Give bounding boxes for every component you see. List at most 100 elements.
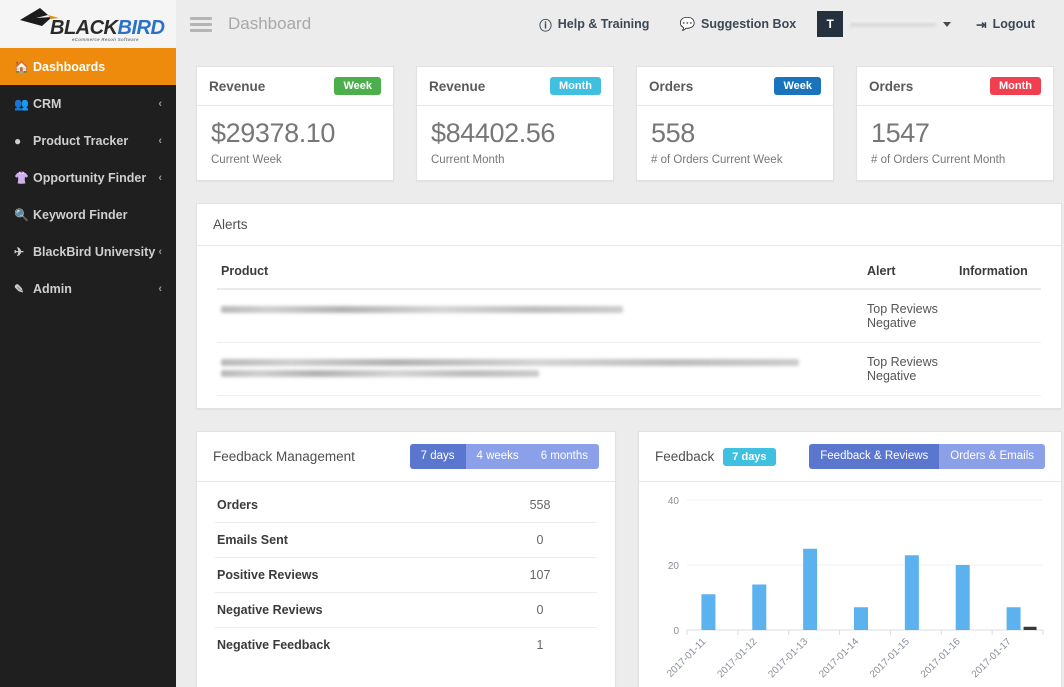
sidebar-item-dashboards[interactable]: 🏠 Dashboards [0,48,176,85]
panel-title: Feedback [655,449,714,464]
sidebar-item-label: CRM [33,97,158,111]
column-header-information: Information [955,252,1041,289]
hamburger-menu-icon[interactable] [190,14,212,35]
cell-product [217,289,863,343]
metric-value: 1 [485,638,595,652]
stat-subtitle: Current Month [431,154,599,166]
stat-title: Orders [649,79,693,94]
column-header-product: Product [217,252,863,289]
sidebar-item-keyword-finder[interactable]: 🔍 Keyword Finder [0,196,176,233]
suggestion-box-link[interactable]: 💬 Suggestion Box [664,17,811,32]
table-row[interactable]: Top Reviews Negative [217,289,1041,343]
stat-subtitle: # of Orders Current Week [651,154,819,166]
sidebar-item-blackbird-university[interactable]: ✈ BlackBird University ‹ [0,233,176,270]
brand-name-part2: BIRD [118,17,165,39]
metric-value: 558 [485,498,595,512]
stat-title: Orders [869,79,913,94]
chevron-left-icon: ‹ [158,283,162,295]
map-marker-icon: ● [14,134,33,148]
brand-tagline: eCommerce Recon Software [72,37,139,42]
product-name-redacted [221,370,539,377]
stat-title: Revenue [429,79,485,94]
comments-icon: 💬 [679,17,695,32]
view-button-feedback-reviews[interactable]: Feedback & Reviews [809,444,939,469]
stat-subtitle: Current Week [211,154,379,166]
metric-label: Negative Feedback [217,638,330,652]
cell-information [955,289,1041,343]
stat-card-revenue-month: Revenue Month $84402.56 Current Month [416,66,614,181]
sidebar-item-label: Admin [33,282,158,296]
brand-name-part1: BLACK [50,17,118,39]
topbar: Dashboard ⓘ Help & Training 💬 Suggestion… [176,0,1064,48]
stat-card-orders-month: Orders Month 1547 # of Orders Current Mo… [856,66,1054,181]
stat-value: 1547 [871,118,1039,149]
list-item: Emails Sent 0 [215,523,597,558]
table-header-row: Product Alert Information [217,252,1041,289]
view-button-group: Feedback & Reviews Orders & Emails [809,444,1045,469]
graduation-icon: ✈ [14,245,33,259]
stat-value: $84402.56 [431,118,599,149]
feedback-row: Feedback Management 7 days 4 weeks 6 mon… [196,431,1064,687]
sign-out-icon: ⇥ [976,17,986,32]
feedback-chart-panel: Feedback 7 days Feedback & Reviews Order… [638,431,1062,687]
chevron-down-icon[interactable] [943,22,951,27]
help-and-training-link[interactable]: ⓘ Help & Training [524,15,664,34]
metric-value: 107 [485,568,595,582]
stat-card-orders-week: Orders Week 558 # of Orders Current Week [636,66,834,181]
feedback-management-panel: Feedback Management 7 days 4 weeks 6 mon… [196,431,616,687]
svg-text:2017-01-13: 2017-01-13 [766,636,810,680]
users-icon: 👥 [14,97,33,111]
stat-title: Revenue [209,79,265,94]
home-icon: 🏠 [14,60,33,74]
cell-alert: Top Reviews Negative [863,343,955,396]
view-button-orders-emails[interactable]: Orders & Emails [939,444,1045,469]
metric-label: Orders [217,498,258,512]
chevron-left-icon: ‹ [158,98,162,110]
avatar[interactable]: T [817,11,843,37]
stat-card-row: Revenue Week $29378.10 Current Week Reve… [196,66,1064,181]
svg-text:0: 0 [673,626,679,637]
sidebar-item-label: BlackBird University [33,245,158,259]
metric-label: Positive Reviews [217,568,318,582]
stat-value: 558 [651,118,819,149]
stat-value: $29378.10 [211,118,379,149]
cell-product [217,343,863,396]
alerts-table: Product Alert Information Top Reviews Ne… [217,252,1041,396]
sidebar-item-admin[interactable]: ✎ Admin ‹ [0,270,176,307]
range-button-6-months[interactable]: 6 months [530,444,599,469]
svg-text:2017-01-15: 2017-01-15 [868,636,912,680]
sidebar-item-product-tracker[interactable]: ● Product Tracker ‹ [0,122,176,159]
search-icon: 🔍 [14,208,33,222]
chart-svg: 020402017-01-112017-01-122017-01-132017-… [649,492,1051,687]
status-badge: Week [774,77,821,95]
suggestion-label: Suggestion Box [701,17,796,31]
brand-logo[interactable]: BLACKBIRD eCommerce Recon Software [0,0,176,48]
column-header-alert: Alert [863,252,955,289]
main-content: Revenue Week $29378.10 Current Week Reve… [176,48,1064,687]
sidebar: BLACKBIRD eCommerce Recon Software 🏠 Das… [0,0,176,687]
panel-title: Feedback Management [213,449,355,464]
chevron-left-icon: ‹ [158,246,162,258]
sidebar-item-opportunity-finder[interactable]: 👚 Opportunity Finder ‹ [0,159,176,196]
sidebar-item-label: Opportunity Finder [33,171,158,185]
svg-text:2017-01-14: 2017-01-14 [817,636,861,680]
status-badge: Week [334,77,381,95]
stat-subtitle: # of Orders Current Month [871,154,1039,166]
metric-value: 0 [485,603,595,617]
sidebar-item-label: Keyword Finder [33,208,162,222]
status-badge: Month [990,77,1041,95]
cell-information [955,343,1041,396]
metric-label: Emails Sent [217,533,288,547]
alerts-panel: Alerts Product Alert Information [196,203,1062,409]
sidebar-item-crm[interactable]: 👥 CRM ‹ [0,85,176,122]
edit-icon: ✎ [14,282,33,296]
range-button-7-days[interactable]: 7 days [410,444,466,469]
range-button-group: 7 days 4 weeks 6 months [410,444,599,469]
panel-title: Alerts [213,217,248,232]
metric-value: 0 [485,533,595,547]
status-badge: Month [550,77,601,95]
range-button-4-weeks[interactable]: 4 weeks [466,444,530,469]
logout-link[interactable]: ⇥ Logout [961,17,1050,32]
table-row[interactable]: Top Reviews Negative [217,343,1041,396]
chevron-left-icon: ‹ [158,135,162,147]
